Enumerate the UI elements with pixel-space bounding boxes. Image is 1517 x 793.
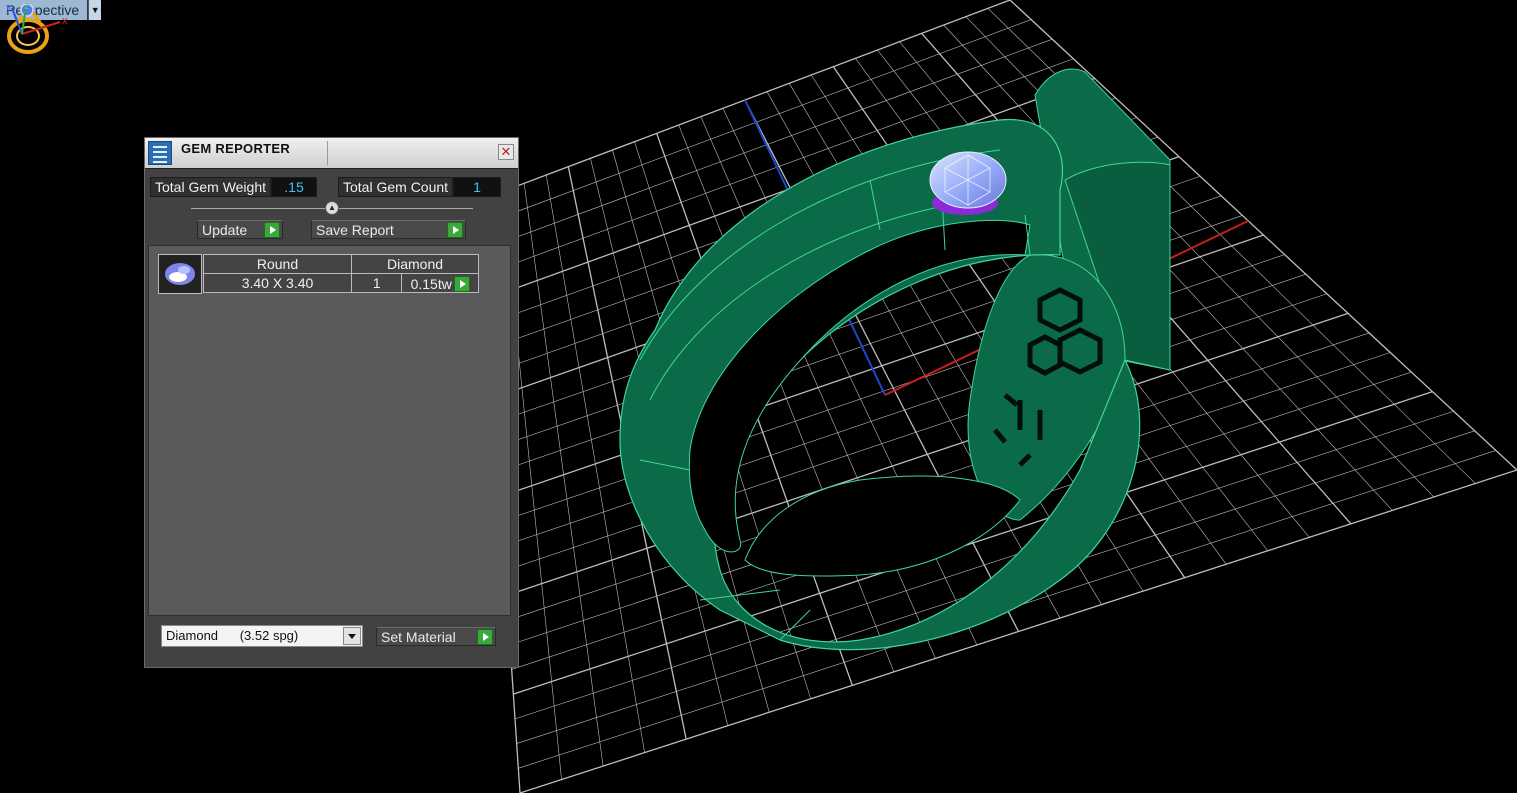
gem-reporter-title: GEM REPORTER bbox=[181, 141, 291, 156]
save-report-button[interactable]: Save Report bbox=[311, 220, 466, 239]
gem-count-cell: 1 bbox=[350, 273, 403, 293]
total-gem-count-field: Total Gem Count 1 bbox=[338, 177, 502, 197]
axis-x-label: x bbox=[62, 15, 68, 27]
close-icon[interactable]: ✕ bbox=[498, 144, 514, 160]
total-gem-count-value: 1 bbox=[453, 177, 502, 197]
chevron-down-icon[interactable] bbox=[343, 627, 361, 645]
chevron-down-icon[interactable]: ▼ bbox=[88, 0, 102, 20]
total-gem-weight-field: Total Gem Weight .15 bbox=[150, 177, 318, 197]
gem-reporter-app-icon bbox=[148, 141, 172, 165]
chevron-up-icon[interactable]: ▲ bbox=[325, 201, 339, 215]
material-select[interactable]: Diamond (3.52 spg) bbox=[161, 625, 363, 647]
gem-type-cell: Diamond bbox=[351, 254, 479, 274]
total-gem-weight-label: Total Gem Weight bbox=[150, 177, 272, 197]
gem-stone bbox=[929, 151, 1007, 215]
update-button[interactable]: Update bbox=[197, 220, 283, 239]
gem-size-cell: 3.40 X 3.40 bbox=[203, 273, 352, 293]
titlebar-divider bbox=[327, 141, 328, 165]
round-gem-icon[interactable] bbox=[158, 254, 202, 294]
set-material-button[interactable]: Set Material bbox=[376, 627, 496, 646]
gem-list[interactable]: Round Diamond 3.40 X 3.40 1 0.15tw bbox=[148, 245, 511, 616]
gem-table: Round Diamond 3.40 X 3.40 1 0.15tw bbox=[203, 254, 479, 293]
update-button-label: Update bbox=[202, 221, 248, 238]
total-gem-count-label: Total Gem Count bbox=[338, 177, 454, 197]
play-arrow-icon[interactable] bbox=[477, 628, 493, 645]
total-gem-weight-value: .15 bbox=[271, 177, 318, 197]
axes-triad-icon: x y z bbox=[6, 0, 68, 35]
axis-z-label: z bbox=[24, 0, 30, 12]
gem-reporter-panel: GEM REPORTER ✕ Total Gem Weight .15 Tota… bbox=[144, 137, 519, 668]
gem-weight-cell: 0.15tw bbox=[401, 273, 479, 293]
material-select-value: Diamond (3.52 spg) bbox=[166, 628, 299, 643]
gem-weight-value: 0.15tw bbox=[410, 275, 452, 292]
table-row[interactable]: Round Diamond bbox=[203, 254, 479, 274]
save-report-button-label: Save Report bbox=[316, 221, 394, 238]
axis-y-label: y bbox=[6, 2, 12, 14]
gem-shape-cell: Round bbox=[203, 254, 352, 274]
play-arrow-icon[interactable] bbox=[447, 221, 463, 238]
table-row[interactable]: 3.40 X 3.40 1 0.15tw bbox=[203, 273, 479, 293]
play-arrow-icon[interactable] bbox=[264, 221, 280, 238]
play-arrow-icon[interactable] bbox=[453, 275, 470, 292]
gem-reporter-titlebar[interactable]: GEM REPORTER ✕ bbox=[145, 138, 518, 169]
set-material-button-label: Set Material bbox=[381, 628, 456, 645]
